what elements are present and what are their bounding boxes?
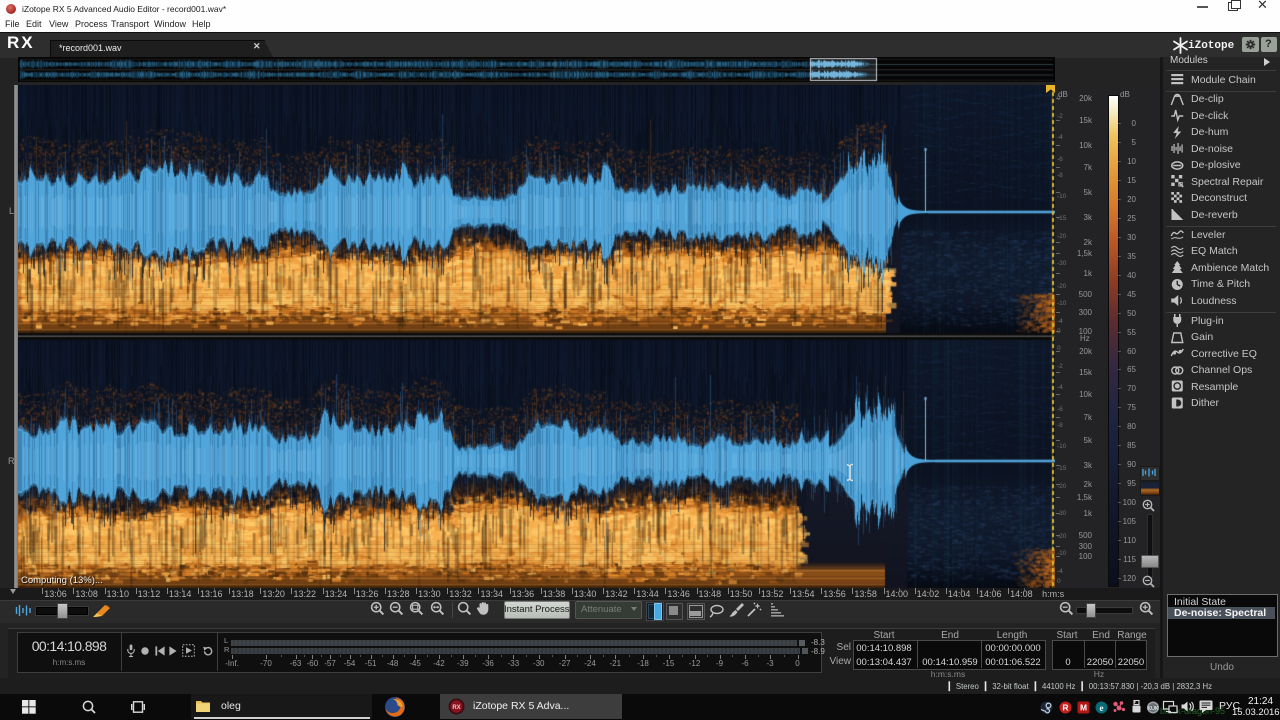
svg-text:R: R xyxy=(1062,703,1068,713)
svg-text:e: e xyxy=(1100,703,1104,713)
svg-text:M: M xyxy=(1080,703,1087,713)
svg-text:KUK: KUK xyxy=(1147,706,1159,712)
svg-text:RX: RX xyxy=(452,705,460,711)
